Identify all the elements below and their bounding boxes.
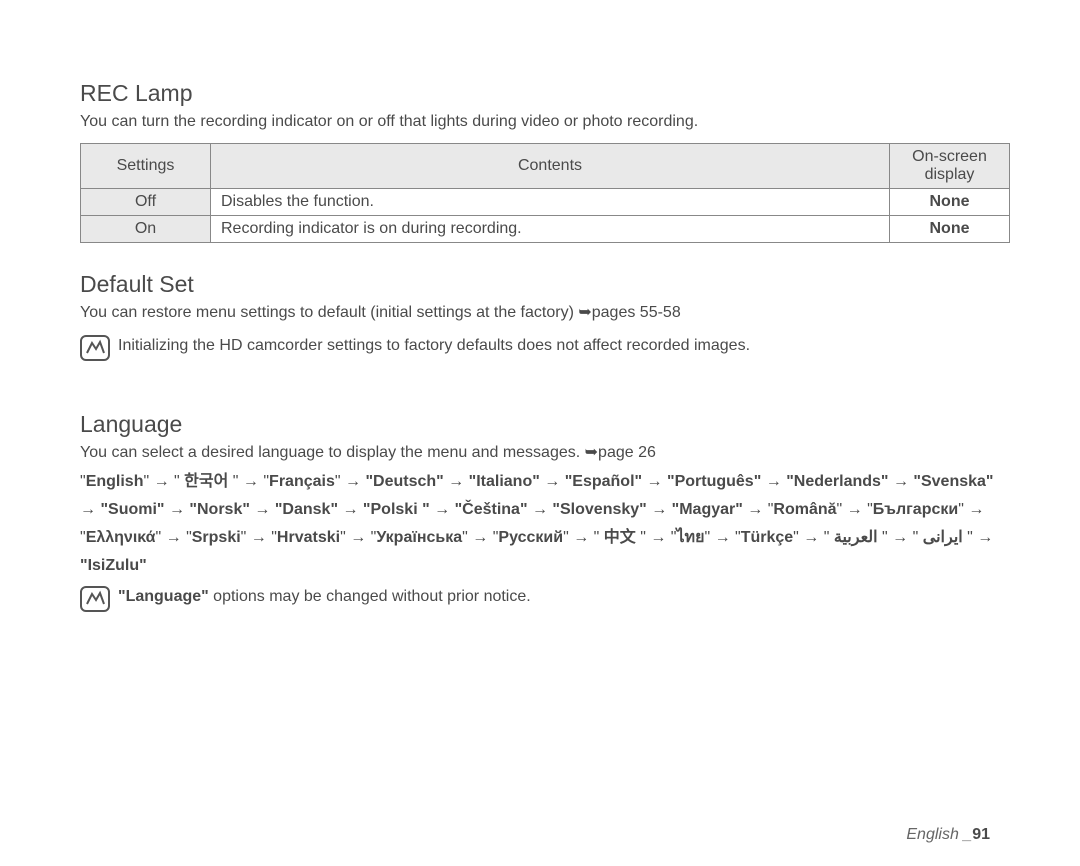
cell-content: Recording indicator is on during recordi… <box>211 216 890 243</box>
table-row: On Recording indicator is on during reco… <box>81 216 1010 243</box>
cell-display: None <box>890 216 1010 243</box>
default-set-intro: You can restore menu settings to default… <box>80 302 1010 324</box>
default-set-intro-text: You can restore menu settings to default… <box>80 304 578 321</box>
default-set-heading: Default Set <box>80 271 1010 298</box>
language-note-bold: "Language" <box>118 588 209 605</box>
table-row: Off Disables the function. None <box>81 189 1010 216</box>
page-ref: ➥pages 55-58 <box>578 304 680 321</box>
rec-lamp-heading: REC Lamp <box>80 80 1010 107</box>
language-list: "English" → " 한국어 " → "Français" → "Deut… <box>80 468 1010 580</box>
th-settings: Settings <box>81 144 211 189</box>
default-set-note: Initializing the HD camcorder settings t… <box>118 335 750 357</box>
language-heading: Language <box>80 411 1010 438</box>
page-footer: English _91 <box>0 826 1080 844</box>
language-intro: You can select a desired language to dis… <box>80 442 1010 464</box>
th-contents: Contents <box>211 144 890 189</box>
language-intro-text: You can select a desired language to dis… <box>80 444 585 461</box>
language-note: "Language" options may be changed withou… <box>118 586 531 608</box>
cell-setting: Off <box>81 189 211 216</box>
footer-page-number: 91 <box>972 826 990 843</box>
th-display: On-screen display <box>890 144 1010 189</box>
cell-display: None <box>890 189 1010 216</box>
note-icon <box>80 335 110 361</box>
cell-setting: On <box>81 216 211 243</box>
rec-lamp-table: Settings Contents On-screen display Off … <box>80 143 1010 243</box>
rec-lamp-intro: You can turn the recording indicator on … <box>80 111 1010 133</box>
footer-lang: English _ <box>906 826 972 843</box>
language-note-rest: options may be changed without prior not… <box>209 588 531 605</box>
page-ref: ➥page 26 <box>585 444 656 461</box>
cell-content: Disables the function. <box>211 189 890 216</box>
note-icon <box>80 586 110 612</box>
